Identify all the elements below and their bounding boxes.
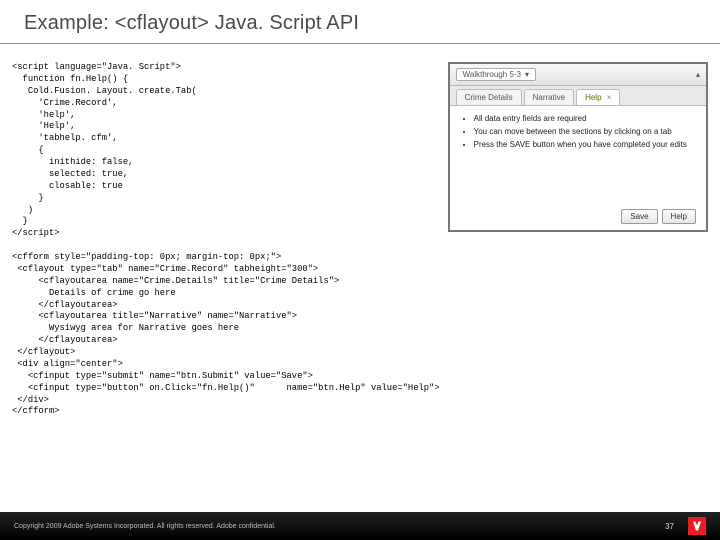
screenshot-column: Walkthrough 5-3 ▾ ▴ Crime Details Narrat… <box>448 62 708 512</box>
title-bar: Example: <cflayout> Java. Script API <box>0 0 720 43</box>
list-item: All data entry fields are required <box>474 114 696 123</box>
page-title: Example: <cflayout> Java. Script API <box>24 12 696 35</box>
help-bullets: All data entry fields are required You c… <box>460 114 696 205</box>
tab-label: Crime Details <box>465 93 513 102</box>
tab-label: Narrative <box>533 93 565 102</box>
walkthrough-dropdown[interactable]: Walkthrough 5-3 ▾ <box>456 68 536 81</box>
tab-pane: All data entry fields are required You c… <box>450 106 706 230</box>
tab-crime-details[interactable]: Crime Details <box>456 89 522 105</box>
code-column: <script language="Java. Script"> functio… <box>12 62 440 512</box>
tab-help[interactable]: Help × <box>576 89 620 105</box>
content-area: <script language="Java. Script"> functio… <box>0 44 720 512</box>
page-number: 37 <box>665 522 674 531</box>
collapse-icon[interactable]: ▴ <box>696 70 700 79</box>
adobe-logo-icon <box>688 517 706 535</box>
list-item: You can move between the sections by cli… <box>474 127 696 136</box>
button-row: Save Help <box>460 205 696 224</box>
screenshot-toolbar: Walkthrough 5-3 ▾ ▴ <box>450 64 706 86</box>
slide: Example: <cflayout> Java. Script API <sc… <box>0 0 720 540</box>
tab-narrative[interactable]: Narrative <box>524 89 574 105</box>
embedded-screenshot: Walkthrough 5-3 ▾ ▴ Crime Details Narrat… <box>448 62 708 232</box>
list-item: Press the SAVE button when you have comp… <box>474 140 696 149</box>
copyright-text: Copyright 2009 Adobe Systems Incorporate… <box>14 523 276 530</box>
footer-right: 37 <box>665 517 706 535</box>
walkthrough-label: Walkthrough 5-3 <box>463 70 521 79</box>
code-block: <script language="Java. Script"> functio… <box>12 62 440 418</box>
tab-label: Help <box>585 93 601 102</box>
close-icon[interactable]: × <box>607 93 612 102</box>
help-button[interactable]: Help <box>662 209 696 224</box>
tab-strip: Crime Details Narrative Help × <box>450 86 706 106</box>
footer: Copyright 2009 Adobe Systems Incorporate… <box>0 512 720 540</box>
chevron-down-icon: ▾ <box>525 70 529 79</box>
save-button[interactable]: Save <box>621 209 657 224</box>
